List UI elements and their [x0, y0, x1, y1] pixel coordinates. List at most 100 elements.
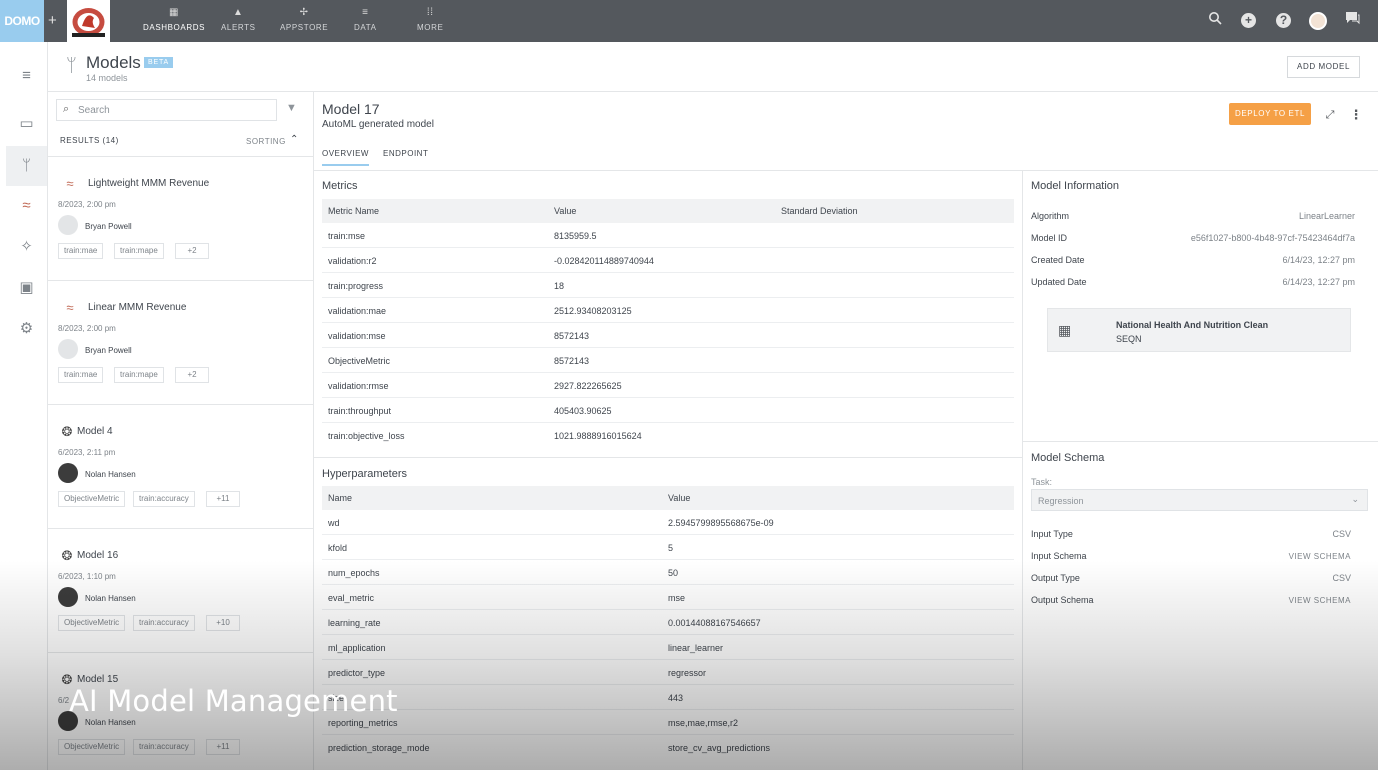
- more-tags-tag[interactable]: +11: [206, 739, 240, 755]
- task-select[interactable]: Regression ⌄: [1031, 489, 1368, 511]
- search-input[interactable]: ⌕ Search: [56, 99, 277, 121]
- nav-data[interactable]: ≡ DATA: [354, 7, 377, 32]
- param-name: kfold: [328, 543, 348, 553]
- cards-icon[interactable]: ▭: [6, 104, 47, 144]
- model-card-title: Model 16: [77, 550, 119, 561]
- mmm-icon: ≈: [66, 300, 74, 315]
- model-card-user: Nolan Hansen: [85, 594, 136, 603]
- model-card[interactable]: ≈ Lightweight MMM Revenue 8/2023, 2:00 p…: [48, 157, 313, 281]
- mmm-icon[interactable]: ≈: [6, 186, 47, 226]
- column-header: Value: [668, 493, 691, 503]
- param-name: num_epochs: [328, 568, 380, 578]
- table-row: train:throughput 405403.90625: [322, 398, 1014, 423]
- kebab-menu-icon[interactable]: ⋮: [1346, 105, 1366, 125]
- appstore-icon: ✢: [299, 7, 309, 18]
- mmm-icon: ≈: [66, 176, 74, 191]
- model-card[interactable]: ❂ Model 16 6/2023, 1:10 pm Nolan Hansen …: [48, 529, 313, 653]
- metric-value: 2927.822265625: [554, 381, 622, 391]
- info-key: Algorithm: [1031, 211, 1070, 221]
- search-placeholder: Search: [78, 105, 110, 116]
- metric-name: train:objective_loss: [328, 431, 405, 441]
- more-tags-tag[interactable]: +2: [175, 243, 209, 259]
- nav-dashboards[interactable]: ▦ DASHBOARDS: [143, 7, 205, 32]
- tab-endpoint[interactable]: ENDPOINT: [383, 149, 428, 164]
- metrics-table-header: Metric Name Value Standard Deviation: [322, 199, 1014, 223]
- table-row: train:mse 8135959.5: [322, 223, 1014, 248]
- models-header-icon: ᛘ: [66, 55, 77, 75]
- magic-wand-icon[interactable]: ✧: [6, 227, 47, 267]
- model-subtitle: AutoML generated model: [322, 119, 434, 130]
- model-title: Model 17: [322, 101, 380, 117]
- company-logo[interactable]: [67, 0, 110, 42]
- param-name: predictor_type: [328, 668, 386, 678]
- model-schema-title: Model Schema: [1031, 452, 1105, 464]
- nav-alerts[interactable]: ▲ ALERTS: [221, 7, 256, 32]
- model-card[interactable]: ≈ Linear MMM Revenue 8/2023, 2:00 pm Bry…: [48, 281, 313, 405]
- param-value: mse: [668, 593, 686, 603]
- model-card-user: Nolan Hansen: [85, 470, 136, 479]
- chevron-down-icon: ⌄: [1351, 494, 1359, 504]
- menu-icon[interactable]: ≡: [6, 56, 47, 96]
- user-avatar[interactable]: [1309, 12, 1327, 30]
- model-card-date: 6/2023, 2:11 pm: [58, 448, 116, 457]
- metric-tag: train:mae: [58, 367, 104, 383]
- user-avatar: [58, 215, 78, 235]
- metric-tag: train:accuracy: [133, 615, 195, 631]
- top-nav-bar: DOMO + ▦ DASHBOARDS ▲ ALERTS ✢ APPSTORE …: [0, 0, 1378, 42]
- deploy-to-etl-button[interactable]: DEPLOY TO ETL: [1229, 103, 1311, 125]
- chat-icon[interactable]: [1343, 11, 1362, 30]
- nav-appstore[interactable]: ✢ APPSTORE: [280, 7, 328, 32]
- models-icon[interactable]: ᛘ: [6, 146, 47, 186]
- expand-icon[interactable]: ⤢: [1320, 105, 1340, 125]
- more-tags-tag[interactable]: +10: [206, 615, 240, 631]
- dataset-card[interactable]: ▦ National Health And Nutrition Clean SE…: [1047, 308, 1351, 352]
- filter-icon[interactable]: ▼: [286, 102, 297, 114]
- search-icon[interactable]: [1205, 11, 1224, 30]
- sorting-button[interactable]: SORTING: [246, 137, 286, 146]
- table-row: reporting_metrics mse,mae,rmse,r2: [322, 710, 1014, 735]
- column-header: Name: [328, 493, 353, 503]
- metric-name: validation:mae: [328, 306, 387, 316]
- brain-icon: ❂: [61, 548, 73, 563]
- param-name: ml_application: [328, 643, 386, 653]
- more-tags-tag[interactable]: +2: [175, 367, 209, 383]
- settings-icon[interactable]: ⚙: [6, 309, 47, 349]
- model-card[interactable]: ❂ Model 4 6/2023, 2:11 pm Nolan Hansen O…: [48, 405, 313, 529]
- model-information-title: Model Information: [1031, 180, 1120, 192]
- add-icon[interactable]: +: [1241, 13, 1256, 28]
- left-rail: ≡ ▭ ᛘ ≈ ✧ ▣ ⚙: [0, 42, 48, 770]
- param-value: 50: [668, 568, 679, 578]
- model-list-panel: ⌕ Search ▼ RESULTS (14) SORTING ⌃ ≈ Ligh…: [48, 92, 314, 770]
- metric-tag: train:mape: [114, 243, 164, 259]
- param-value: 5: [668, 543, 674, 553]
- more-tags-tag[interactable]: +11: [206, 491, 240, 507]
- view-output-schema-link[interactable]: VIEW SCHEMA: [1289, 596, 1351, 605]
- nav-more[interactable]: ⁞⁞ MORE: [417, 7, 443, 32]
- brain-icon: ❂: [61, 424, 73, 439]
- chevron-up-icon[interactable]: ⌃: [290, 134, 298, 145]
- metric-name: validation:mse: [328, 331, 386, 341]
- table-row: ObjectiveMetric 8572143: [322, 348, 1014, 373]
- robot-icon[interactable]: ▣: [6, 268, 47, 308]
- metric-value: -0.028420114889740944: [554, 256, 654, 266]
- page-header: ᛘ Models BETA 14 models ADD MODEL: [48, 42, 1378, 92]
- metric-value: 405403.90625: [554, 406, 612, 416]
- table-row: size 443: [322, 685, 1014, 710]
- tab-overview[interactable]: OVERVIEW: [322, 149, 369, 166]
- table-row: validation:mae 2512.93408203125: [322, 298, 1014, 323]
- info-value: e56f1027-b800-4b48-97cf-75423464df7a: [1190, 233, 1355, 243]
- metric-value: 18: [554, 281, 565, 291]
- table-row: train:progress 18: [322, 273, 1014, 298]
- page-title: Models: [86, 53, 141, 72]
- nav-dashboards-label: DASHBOARDS: [143, 23, 206, 32]
- metric-name: train:throughput: [328, 406, 392, 416]
- param-name: wd: [328, 518, 340, 528]
- info-value: 6/14/23, 12:27 pm: [1282, 277, 1355, 287]
- metric-value: 8135959.5: [554, 231, 597, 241]
- data-icon: ≡: [362, 7, 369, 18]
- view-input-schema-link[interactable]: VIEW SCHEMA: [1289, 552, 1351, 561]
- info-key: Created Date: [1031, 255, 1085, 265]
- help-icon[interactable]: ?: [1276, 13, 1291, 28]
- add-model-button[interactable]: ADD MODEL: [1287, 56, 1360, 78]
- domo-logo[interactable]: DOMO: [0, 0, 44, 42]
